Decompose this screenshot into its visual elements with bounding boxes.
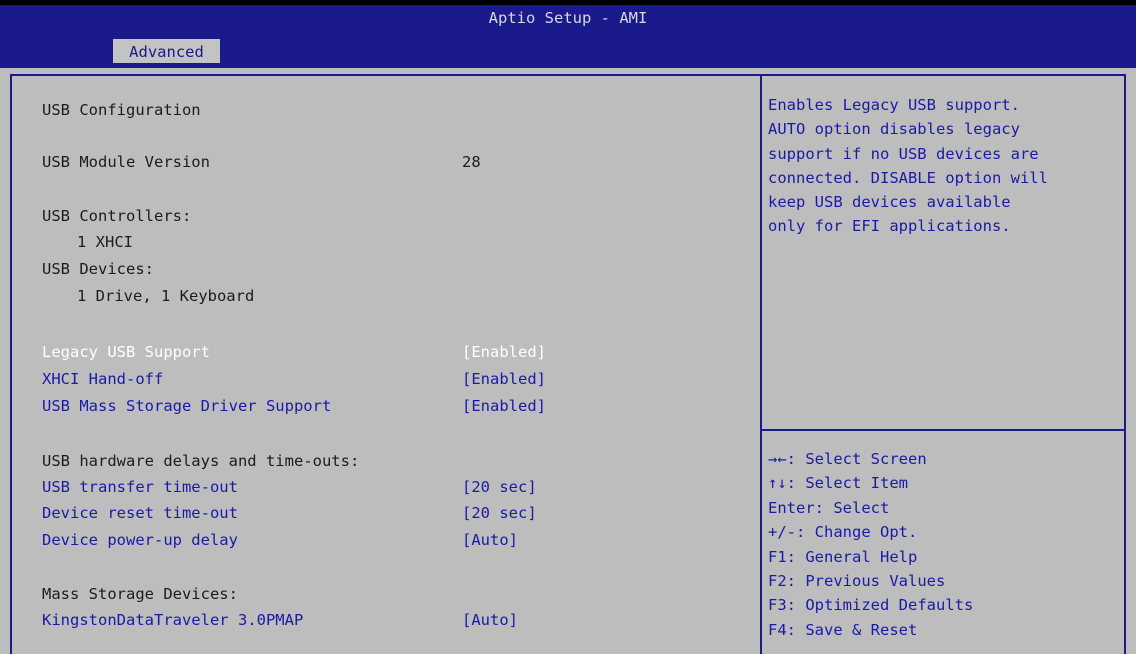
reset-timeout-label[interactable]: Device reset time-out — [42, 503, 238, 523]
help-divider — [762, 429, 1126, 431]
key-name: +/- — [768, 523, 796, 542]
key-legend-item: F2: Previous Values — [768, 569, 973, 593]
help-line: keep USB devices available — [768, 193, 1011, 212]
app-title: Aptio Setup - AMI — [488, 9, 648, 27]
controllers-value: 1 XHCI — [77, 233, 133, 251]
key-desc: : Change Opt. — [796, 523, 918, 542]
key-desc: : Select — [814, 498, 890, 517]
key-legend-item: Enter: Select — [768, 496, 973, 520]
key-desc: : Previous Values — [786, 572, 946, 591]
mass-storage-driver-value[interactable]: [Enabled] — [462, 396, 546, 416]
key-desc: : Select Screen — [786, 450, 927, 468]
key-legend-item: +/-: Change Opt. — [768, 520, 973, 544]
xhci-handoff-value[interactable]: [Enabled] — [462, 369, 546, 389]
help-line: only for EFI applications. — [768, 217, 1011, 236]
devices-label: USB Devices: — [42, 260, 154, 278]
help-line: Enables Legacy USB support. — [768, 96, 1020, 114]
arrow-left-right-icon: →← — [768, 450, 787, 468]
help-line: AUTO option disables legacy — [768, 120, 1020, 139]
key-legend-item: F1: General Help — [768, 545, 973, 569]
key-name: F1 — [768, 547, 787, 566]
kingston-device-value[interactable]: [Auto] — [462, 610, 518, 630]
transfer-timeout-value[interactable]: [20 sec] — [462, 477, 537, 497]
module-version-label: USB Module Version — [42, 153, 210, 171]
module-version-value: 28 — [462, 153, 481, 171]
mass-storage-driver-label[interactable]: USB Mass Storage Driver Support — [42, 396, 331, 416]
reset-timeout-value[interactable]: [20 sec] — [462, 503, 537, 523]
controllers-label: USB Controllers: — [42, 207, 192, 225]
help-line: connected. DISABLE option will — [768, 168, 1048, 187]
key-legend-item: F3: Optimized Defaults — [768, 593, 973, 617]
key-legend-item: F4: Save & Reset — [768, 618, 973, 642]
key-desc: : Save & Reset — [786, 620, 918, 639]
key-name: F4 — [768, 620, 787, 639]
panel-divider — [760, 74, 762, 654]
legacy-usb-support-value[interactable]: [Enabled] — [462, 342, 546, 362]
key-desc: : Select Item — [786, 474, 908, 493]
xhci-handoff-label[interactable]: XHCI Hand-off — [42, 369, 163, 389]
legacy-usb-support-label[interactable]: Legacy USB Support — [42, 342, 210, 362]
key-desc: : Optimized Defaults — [786, 596, 974, 615]
key-legend-item: ↑↓: Select Item — [768, 471, 973, 495]
section-title: USB Configuration — [42, 101, 201, 119]
transfer-timeout-label[interactable]: USB transfer time-out — [42, 477, 238, 497]
arrow-up-down-icon: ↑↓ — [768, 474, 787, 493]
kingston-device-label[interactable]: KingstonDataTraveler 3.0PMAP — [42, 610, 303, 630]
powerup-delay-value[interactable]: [Auto] — [462, 530, 518, 550]
key-name: Enter — [768, 498, 815, 517]
key-legend: →←: Select Screen ↑↓: Select Item Enter:… — [768, 447, 973, 642]
help-line: support if no USB devices are — [768, 144, 1039, 163]
key-name: F2 — [768, 572, 787, 591]
tab-advanced[interactable]: Advanced — [113, 39, 220, 63]
help-text: Enables Legacy USB support. AUTO option … — [768, 93, 1118, 239]
key-desc: : General Help — [786, 547, 918, 566]
delays-header: USB hardware delays and time-outs: — [42, 452, 360, 470]
powerup-delay-label[interactable]: Device power-up delay — [42, 530, 238, 550]
devices-value: 1 Drive, 1 Keyboard — [77, 287, 255, 305]
mass-storage-header: Mass Storage Devices: — [42, 585, 238, 603]
key-legend-item: →←: Select Screen — [768, 447, 973, 471]
key-name: F3 — [768, 596, 787, 615]
